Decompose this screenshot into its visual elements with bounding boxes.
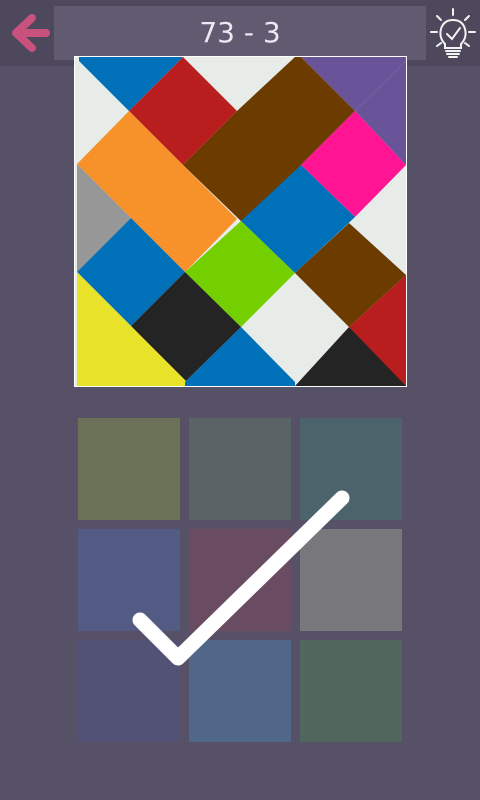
swatch-2[interactable]	[189, 418, 291, 520]
swatch-3[interactable]	[300, 418, 402, 520]
hint-button[interactable]	[428, 6, 478, 62]
color-palette	[78, 418, 402, 742]
swatch-9[interactable]	[300, 640, 402, 742]
swatch-6[interactable]	[300, 529, 402, 631]
puzzle-board	[74, 56, 407, 387]
back-button[interactable]	[4, 10, 50, 56]
swatch-5[interactable]	[189, 529, 291, 631]
swatch-4[interactable]	[78, 529, 180, 631]
swatch-7[interactable]	[78, 640, 180, 742]
level-title: 73 - 3	[54, 6, 426, 60]
swatch-1[interactable]	[78, 418, 180, 520]
swatch-8[interactable]	[189, 640, 291, 742]
lightbulb-check-icon	[430, 8, 476, 58]
arrow-left-icon	[12, 14, 50, 52]
